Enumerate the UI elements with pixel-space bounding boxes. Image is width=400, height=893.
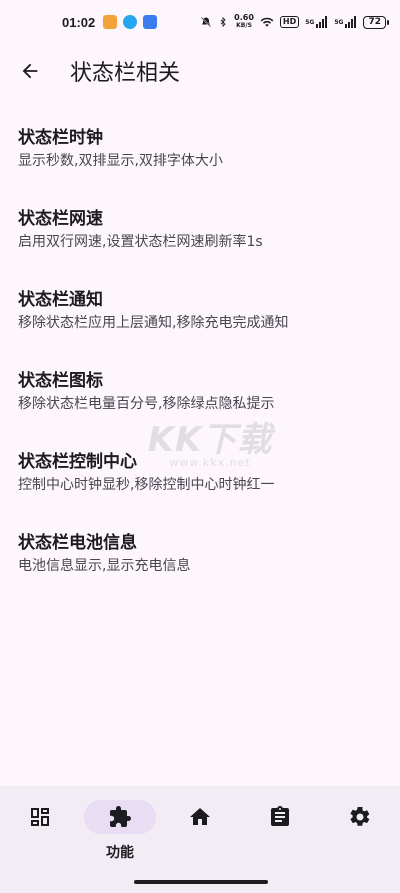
nav-settings[interactable] xyxy=(320,800,400,893)
nav-pill-active xyxy=(84,800,156,834)
app-notification-icon xyxy=(103,15,118,29)
battery-indicator: 72 xyxy=(363,15,389,29)
clipboard-icon xyxy=(271,806,289,826)
nav-pill xyxy=(164,800,236,834)
list-item[interactable]: 状态栏通知 移除状态栏应用上层通知,移除充电完成通知 xyxy=(0,274,400,355)
gesture-bar xyxy=(134,880,268,884)
back-button[interactable] xyxy=(2,48,58,94)
network-speed: 0.60 KB/S xyxy=(234,14,254,30)
top-app-bar: 状态栏相关 xyxy=(0,48,400,94)
nav-pill xyxy=(244,800,316,834)
item-title: 状态栏电池信息 xyxy=(18,533,137,553)
item-title: 状态栏图标 xyxy=(18,371,103,391)
item-title: 状态栏控制中心 xyxy=(18,452,137,472)
home-icon xyxy=(190,808,210,825)
speed-value: 0.60 xyxy=(234,13,254,22)
item-description: 启用双行网速,设置状态栏网速刷新率1s xyxy=(18,234,263,250)
list-item[interactable]: 状态栏控制中心 控制中心时钟显秒,移除控制中心时钟红一 xyxy=(0,436,400,517)
item-description: 显示秒数,双排显示,双排字体大小 xyxy=(18,153,223,169)
item-description: 控制中心时钟显秒,移除控制中心时钟红一 xyxy=(18,477,275,493)
app-notification-icon xyxy=(123,15,138,29)
page-title: 状态栏相关 xyxy=(70,61,181,86)
puzzle-icon xyxy=(110,806,131,827)
signal-icon xyxy=(316,16,328,28)
list-item[interactable]: 状态栏电池信息 电池信息显示,显示充电信息 xyxy=(0,517,400,598)
settings-list: 状态栏时钟 显示秒数,双排显示,双排字体大小 状态栏网速 启用双行网速,设置状态… xyxy=(0,112,400,598)
signal-label: 5G xyxy=(305,18,315,26)
item-title: 状态栏时钟 xyxy=(18,128,103,148)
speed-unit: KB/S xyxy=(236,22,252,29)
signal-label: 5G xyxy=(334,18,344,26)
nav-label: 功能 xyxy=(106,845,134,861)
signal-icon xyxy=(345,16,357,28)
status-bar: 01:02 0.60 KB/S HD 5G 5G 72 xyxy=(0,0,400,44)
hd-badge: HD xyxy=(279,16,300,28)
bottom-navigation: 功能 xyxy=(0,786,400,893)
nav-dashboard[interactable] xyxy=(0,800,80,893)
nav-pill xyxy=(4,800,76,834)
item-title: 状态栏网速 xyxy=(18,209,103,229)
status-time: 01:02 xyxy=(62,14,96,30)
arrow-back-icon xyxy=(22,63,38,79)
nav-pill xyxy=(324,800,396,834)
item-description: 移除状态栏电量百分号,移除绿点隐私提示 xyxy=(18,396,275,412)
dashboard-icon xyxy=(31,808,49,826)
item-title: 状态栏通知 xyxy=(18,290,103,310)
item-description: 移除状态栏应用上层通知,移除充电完成通知 xyxy=(18,315,289,331)
list-item[interactable]: 状态栏时钟 显示秒数,双排显示,双排字体大小 xyxy=(0,112,400,193)
list-item[interactable]: 状态栏图标 移除状态栏电量百分号,移除绿点隐私提示 xyxy=(0,355,400,436)
item-description: 电池信息显示,显示充电信息 xyxy=(18,558,191,574)
app-notification-icon xyxy=(143,15,158,29)
mute-icon xyxy=(201,16,212,28)
bluetooth-icon xyxy=(220,16,226,28)
gear-icon xyxy=(350,806,370,826)
list-item[interactable]: 状态栏网速 启用双行网速,设置状态栏网速刷新率1s xyxy=(0,193,400,274)
wifi-icon xyxy=(260,17,274,27)
